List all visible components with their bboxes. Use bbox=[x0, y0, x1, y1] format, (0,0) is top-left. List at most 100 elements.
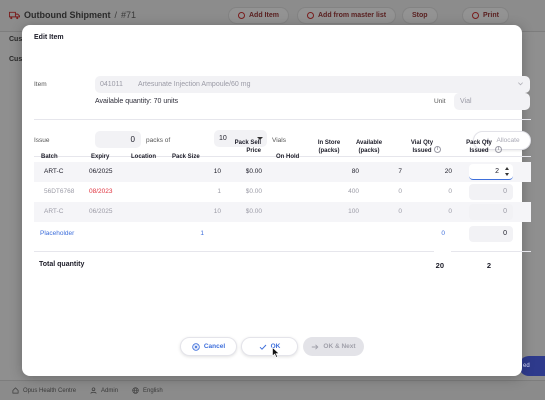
pack-size-value: 10 bbox=[219, 135, 227, 142]
col-available-line2: (packs) bbox=[358, 148, 380, 154]
cell-pack-size: 10 bbox=[213, 208, 221, 215]
table-row[interactable]: ART-C 06/2025 10 $0.00 100 0 0 0 bbox=[34, 202, 531, 222]
col-pack-qty-line2: Issued bbox=[469, 148, 489, 154]
cell-pack-size: 10 bbox=[213, 168, 221, 175]
item-code: 041011 bbox=[100, 81, 123, 88]
col-location[interactable]: Location bbox=[131, 153, 156, 161]
customer-label-2: Cus bbox=[9, 56, 23, 63]
total-vial-qty: 20 bbox=[435, 261, 444, 270]
add-item-button[interactable]: Add Item bbox=[228, 7, 289, 24]
background-action-button[interactable]: ed bbox=[519, 356, 545, 376]
plus-circle-icon bbox=[307, 12, 314, 19]
col-pack-qty-line1: Pack Qty bbox=[466, 140, 492, 146]
info-icon[interactable]: i bbox=[434, 146, 441, 153]
pack-qty-input[interactable]: 0 bbox=[469, 184, 513, 200]
col-batch[interactable]: Batch bbox=[41, 153, 58, 161]
user-indicator[interactable]: Admin bbox=[90, 387, 118, 394]
cell-vial-qty: 20 bbox=[444, 168, 452, 175]
divider bbox=[34, 251, 434, 252]
item-select[interactable]: 041011 Artesunate Injection Ampoule/60 m… bbox=[95, 76, 530, 93]
pack-qty-input[interactable]: 2 bbox=[469, 164, 513, 180]
page-title-text: Outbound Shipment bbox=[24, 10, 111, 20]
close-circle-icon bbox=[192, 342, 200, 351]
col-on-hold[interactable]: On Hold bbox=[276, 153, 299, 161]
add-item-label: Add Item bbox=[249, 12, 279, 19]
stop-button[interactable]: Stop bbox=[402, 7, 438, 24]
cell-pack-size: 1 bbox=[217, 188, 221, 195]
vials-label: Vials bbox=[272, 137, 286, 144]
cell-expiry: 06/2025 bbox=[89, 208, 113, 215]
chevron-down-icon bbox=[518, 82, 523, 86]
customer-label-1: Cus bbox=[9, 36, 23, 43]
cell-in-store: 400 bbox=[348, 188, 359, 195]
cell-price: $0.00 bbox=[245, 168, 262, 175]
ok-and-next-button[interactable]: OK & Next bbox=[303, 337, 364, 356]
language-indicator[interactable]: English bbox=[132, 387, 163, 394]
total-pack-qty: 2 bbox=[486, 261, 491, 270]
cancel-button[interactable]: Cancel bbox=[180, 337, 237, 356]
col-vial-qty-line1: Vial Qty bbox=[410, 140, 434, 146]
cell-batch: ART-C bbox=[44, 168, 64, 175]
user-name: Admin bbox=[101, 387, 119, 394]
background-action-label: ed bbox=[523, 363, 530, 369]
total-quantity-label: Total quantity bbox=[39, 261, 85, 268]
home-icon bbox=[12, 387, 19, 394]
truck-icon bbox=[9, 11, 20, 19]
plus-circle-icon bbox=[238, 12, 245, 19]
issue-label: Issue bbox=[34, 137, 50, 144]
unit-label: Unit bbox=[434, 98, 446, 105]
print-button[interactable]: Print bbox=[462, 7, 509, 24]
ok-and-next-label: OK & Next bbox=[323, 343, 356, 350]
cell-pack-size: 1 bbox=[200, 230, 204, 237]
col-pack-qty-issued[interactable]: Pack Qty Issued bbox=[462, 139, 496, 155]
placeholder-pack-qty-input[interactable]: 0 bbox=[469, 226, 513, 242]
col-in-store-line1: In Store bbox=[317, 140, 341, 146]
col-in-store[interactable]: In Store (packs) bbox=[312, 139, 346, 155]
divider bbox=[34, 119, 531, 120]
check-icon bbox=[259, 344, 266, 350]
pack-qty-input[interactable]: 0 bbox=[469, 204, 513, 220]
col-in-store-line2: (packs) bbox=[318, 148, 340, 154]
cell-batch: Placeholder bbox=[40, 230, 75, 237]
stop-label: Stop bbox=[412, 12, 428, 19]
cell-in-store: 100 bbox=[348, 208, 359, 215]
page-title: Outbound Shipment / #71 bbox=[9, 10, 136, 20]
add-from-master-list-label: Add from master list bbox=[318, 12, 387, 19]
add-from-master-list-button[interactable]: Add from master list bbox=[297, 7, 397, 24]
app-footer: Opus Health Centre Admin English bbox=[0, 380, 545, 400]
divider bbox=[451, 251, 531, 252]
info-icon[interactable]: i bbox=[495, 146, 502, 153]
modal-title: Edit Item bbox=[34, 34, 64, 41]
col-pack-sell-price-line2: Price bbox=[246, 148, 261, 154]
item-label: Item bbox=[34, 81, 47, 88]
language-name: English bbox=[143, 387, 163, 394]
stepper-icon[interactable] bbox=[505, 167, 510, 176]
issue-packs-input[interactable]: 0 bbox=[95, 131, 141, 148]
globe-icon bbox=[132, 387, 139, 394]
cell-available: 7 bbox=[398, 168, 402, 175]
col-expiry[interactable]: Expiry bbox=[91, 153, 109, 161]
unit-field: Vial bbox=[454, 93, 530, 110]
store-indicator[interactable]: Opus Health Centre bbox=[12, 387, 76, 394]
cell-expiry: 08/2023 bbox=[89, 188, 113, 195]
cancel-label: Cancel bbox=[203, 343, 226, 350]
cell-price: $0.00 bbox=[245, 188, 262, 195]
printer-icon bbox=[472, 12, 479, 19]
item-name: Artesunate Injection Ampoule/60 mg bbox=[138, 81, 251, 88]
table-row[interactable]: 56DT6768 08/2023 1 $0.00 400 0 0 0 bbox=[34, 182, 531, 202]
ok-button[interactable]: OK bbox=[241, 337, 298, 356]
store-name: Opus Health Centre bbox=[23, 387, 77, 394]
col-pack-sell-price[interactable]: Pack Sell Price bbox=[227, 139, 261, 155]
shipment-number: #71 bbox=[121, 10, 137, 20]
mouse-cursor-icon bbox=[272, 347, 280, 358]
cell-in-store: 80 bbox=[351, 168, 359, 175]
cell-vial-qty: 0 bbox=[441, 230, 445, 237]
placeholder-row[interactable]: Placeholder 1 0 0 bbox=[34, 224, 531, 244]
edit-item-modal: Edit Item Item 041011 Artesunate Injecti… bbox=[22, 25, 531, 376]
allocate-label: Allocate bbox=[496, 137, 520, 144]
col-available[interactable]: Available (packs) bbox=[352, 139, 386, 155]
table-row[interactable]: ART-C 06/2025 10 $0.00 80 7 20 2 bbox=[34, 162, 531, 182]
col-pack-size[interactable]: Pack Size bbox=[172, 153, 200, 161]
title-separator: / bbox=[114, 10, 117, 20]
col-vial-qty-line2: Issued bbox=[412, 148, 432, 154]
